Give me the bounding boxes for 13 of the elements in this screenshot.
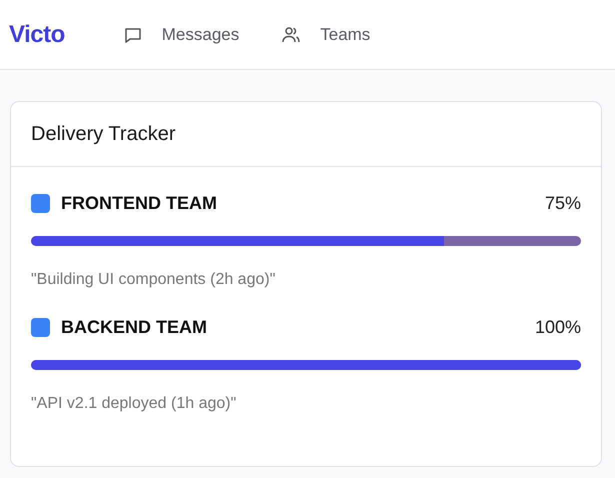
users-icon[interactable] bbox=[281, 24, 302, 44]
square-icon bbox=[31, 194, 50, 212]
team-name: BACKEND TEAM bbox=[61, 316, 208, 338]
nav-link[interactable]: Teams bbox=[320, 24, 370, 44]
card-title: Delivery Tracker bbox=[31, 122, 176, 146]
nav-link[interactable]: Messages bbox=[162, 24, 240, 44]
status-note: "Building UI components (2h ago)" bbox=[31, 271, 276, 290]
status-note: "API v2.1 deployed (1h ago)" bbox=[31, 395, 238, 414]
logo-text[interactable]: Victo bbox=[9, 20, 65, 48]
percent-value: 100% bbox=[534, 316, 581, 338]
team-name: FRONTEND TEAM bbox=[61, 192, 218, 214]
percent-value: 75% bbox=[544, 192, 581, 214]
square-icon bbox=[31, 318, 50, 336]
